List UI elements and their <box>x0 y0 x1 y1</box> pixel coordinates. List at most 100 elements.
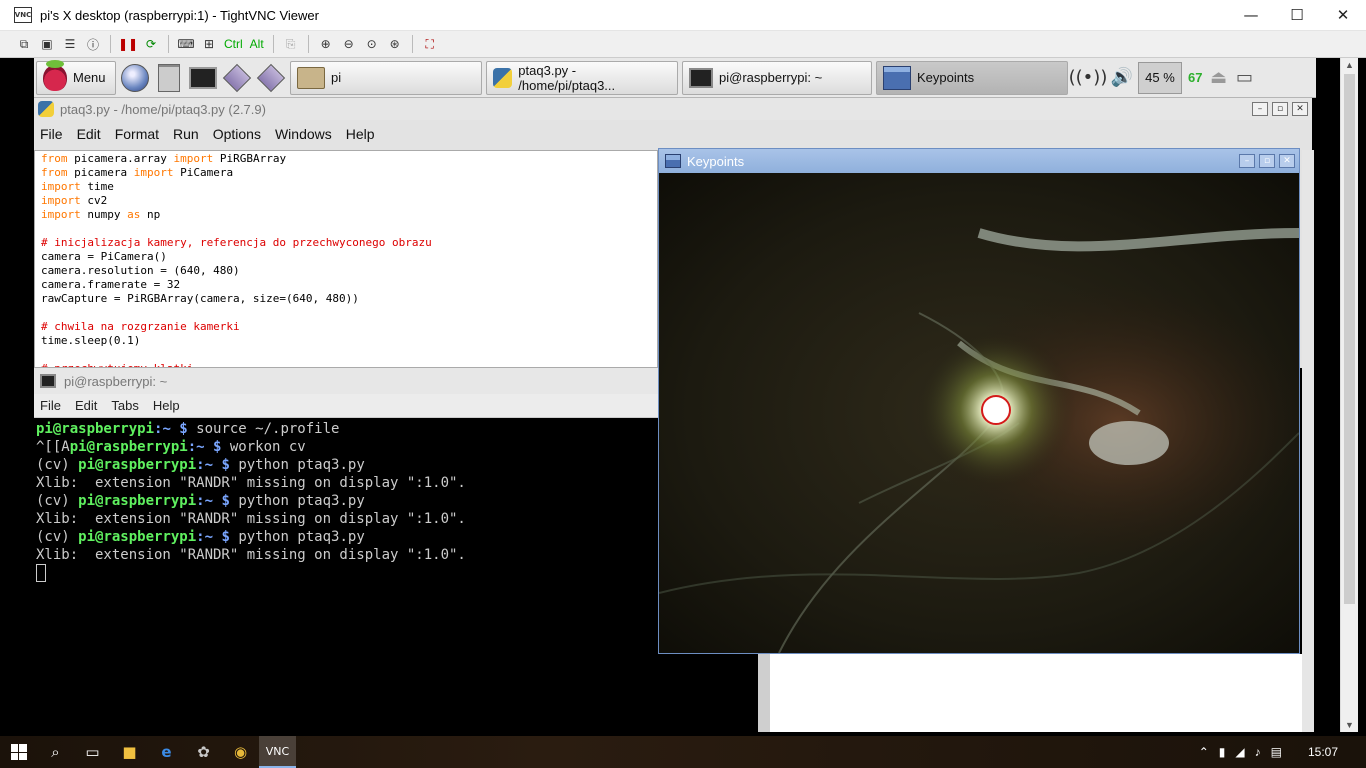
edge-icon[interactable]: e <box>148 736 185 768</box>
code-token: picamera <box>67 166 134 179</box>
terminal-window-title: pi@raspberrypi: ~ <box>64 373 168 389</box>
python-icon <box>493 67 513 88</box>
idle-scrollbar[interactable] <box>1302 150 1314 732</box>
refresh-icon[interactable]: ⟳ <box>141 34 161 54</box>
zoom-100-icon[interactable]: ⊙ <box>362 34 382 54</box>
ctrl-button[interactable]: Ctrl <box>222 37 245 51</box>
idle-menu-item[interactable]: Run <box>173 126 199 142</box>
new-connection-icon[interactable]: ⧉ <box>14 34 34 54</box>
clipboard-icon[interactable]: ⎘ <box>281 34 301 54</box>
terminal-window: pi@raspberrypi: ~ File Edit Tabs Help pi@ra… <box>34 368 758 732</box>
file-explorer-icon[interactable]: ■ <box>111 736 148 768</box>
alt-button[interactable]: Alt <box>248 37 266 51</box>
zoom-out-icon[interactable]: ⊖ <box>339 34 359 54</box>
vnc-vertical-scrollbar[interactable]: ▲ ▼ <box>1340 58 1358 732</box>
close-button[interactable]: ✕ <box>1279 154 1295 168</box>
notification-icon[interactable]: ▤ <box>1271 745 1282 759</box>
maximize-button[interactable]: ▫ <box>1272 102 1288 116</box>
minimize-button[interactable]: — <box>1228 0 1274 31</box>
info-icon[interactable]: ⓘ <box>83 34 103 54</box>
ctrl-alt-del-icon[interactable]: ⌨ <box>176 34 196 54</box>
app-icon[interactable]: ✿ <box>185 736 222 768</box>
code-line: # chwila na rozgrzanie kamerki <box>41 320 651 334</box>
clock[interactable]: 15:07 <box>1308 745 1338 759</box>
idle-menu-item[interactable]: Windows <box>275 126 332 142</box>
volume-icon[interactable]: ♪ <box>1255 745 1261 759</box>
chrome-icon[interactable]: ◉ <box>222 736 259 768</box>
desktop-switcher-icon[interactable]: ▭ <box>1234 67 1254 88</box>
code-token: camera.framerate = 32 <box>41 278 181 291</box>
zoom-fit-icon[interactable]: ⊛ <box>385 34 405 54</box>
code-editor[interactable]: from picamera.array import PiRGBArray fro… <box>34 150 658 368</box>
terminal-scrollbar[interactable] <box>758 654 770 732</box>
app-launcher-icon-2[interactable] <box>256 63 286 93</box>
idle-menu-item[interactable]: Format <box>115 126 159 142</box>
windows-logo-icon <box>10 744 27 760</box>
file-manager-launcher-icon[interactable] <box>154 63 184 93</box>
code-token: import <box>41 180 81 193</box>
terminal-menu-item[interactable]: Edit <box>75 398 97 413</box>
code-token: numpy <box>80 208 128 221</box>
code-token: picamera.array <box>67 152 174 165</box>
idle-menu-item[interactable]: Edit <box>77 126 101 142</box>
battery-icon[interactable]: ▮ <box>1219 745 1226 759</box>
volume-icon[interactable]: 🔊 <box>1111 67 1133 88</box>
terminal-text: pi@raspberrypi <box>78 493 197 509</box>
terminal-launcher-icon[interactable] <box>188 63 218 93</box>
search-icon[interactable]: ⌕ <box>37 736 74 768</box>
app-launcher-icon[interactable] <box>222 63 252 93</box>
terminal-text: :~ $ <box>187 439 222 455</box>
win-key-icon[interactable]: ⊞ <box>199 34 219 54</box>
terminal-text: Xlib: extension "RANDR" missing on displ… <box>36 511 466 527</box>
browser-launcher-icon[interactable] <box>120 63 150 93</box>
vnc-title-bar: VNC pi's X desktop (raspberrypi:1) - Tig… <box>0 0 1366 31</box>
close-button[interactable]: ✕ <box>1320 0 1366 31</box>
terminal-menu-item[interactable]: File <box>40 398 61 413</box>
code-line: # inicjalizacja kamery, referencja do pr… <box>41 236 651 250</box>
wifi-icon[interactable]: ((•)) <box>1069 67 1108 88</box>
terminal-text: :~ $ <box>196 529 230 545</box>
task-button-terminal[interactable]: pi@raspberrypi: ~ <box>682 60 872 95</box>
code-line: import time <box>41 180 651 194</box>
terminal-text: python ptaq3.py <box>229 457 365 473</box>
code-line: from picamera import PiCamera <box>41 166 651 180</box>
tightvnc-taskbar-icon[interactable]: VNC <box>259 736 296 768</box>
terminal-menu-item[interactable]: Tabs <box>111 398 138 413</box>
folder-icon <box>297 66 325 89</box>
maximize-button[interactable]: ▫ <box>1259 154 1275 168</box>
code-token: rawCapture = PiRGBArray(camera, size=(64… <box>41 292 359 305</box>
task-label: pi <box>331 70 342 85</box>
terminal-icon <box>40 374 56 388</box>
keypoints-title-bar: Keypoints – ▫ ✕ <box>659 149 1299 173</box>
maximize-button[interactable]: ☐ <box>1274 0 1320 31</box>
start-button[interactable] <box>0 736 37 768</box>
minimize-button[interactable]: – <box>1239 154 1255 168</box>
options-icon[interactable]: ☰ <box>60 34 80 54</box>
eject-icon[interactable]: ⏏ <box>1208 67 1228 88</box>
code-token: # chwila na rozgrzanie kamerki <box>41 320 240 333</box>
network-icon[interactable]: ◢ <box>1235 745 1244 759</box>
terminal-output[interactable]: pi@raspberrypi:~ $ source ~/.profile ^[[A… <box>34 419 758 732</box>
minimize-button[interactable]: – <box>1252 102 1268 116</box>
cpu-monitor: 45 % <box>1138 61 1182 94</box>
menu-button[interactable]: Menu <box>36 59 116 95</box>
zoom-in-icon[interactable]: ⊕ <box>316 34 336 54</box>
task-view-icon[interactable]: ▭ <box>74 736 111 768</box>
terminal-line: ^[[Api@raspberrypi:~ $ workon cv <box>36 438 756 456</box>
terminal-line: pi@raspberrypi:~ $ source ~/.profile <box>36 420 756 438</box>
idle-menu-item[interactable]: File <box>40 126 63 142</box>
close-button[interactable]: ✕ <box>1292 102 1308 116</box>
idle-menu-item[interactable]: Options <box>213 126 261 142</box>
menu-label: Menu <box>73 70 106 85</box>
task-button-keypoints[interactable]: Keypoints <box>876 60 1068 95</box>
pause-icon[interactable]: ❚❚ <box>118 34 138 54</box>
task-button-idle[interactable]: ptaq3.py - /home/pi/ptaq3... <box>486 60 678 95</box>
idle-menu-item[interactable]: Help <box>346 126 375 142</box>
fullscreen-icon[interactable]: ⛶ <box>420 34 440 54</box>
terminal-text: :~ $ <box>196 457 230 473</box>
terminal-menu-item[interactable]: Help <box>153 398 180 413</box>
task-button-pi[interactable]: pi <box>290 60 482 95</box>
save-icon[interactable]: ▣ <box>37 34 57 54</box>
chevron-up-icon[interactable]: ⌃ <box>1199 745 1209 759</box>
